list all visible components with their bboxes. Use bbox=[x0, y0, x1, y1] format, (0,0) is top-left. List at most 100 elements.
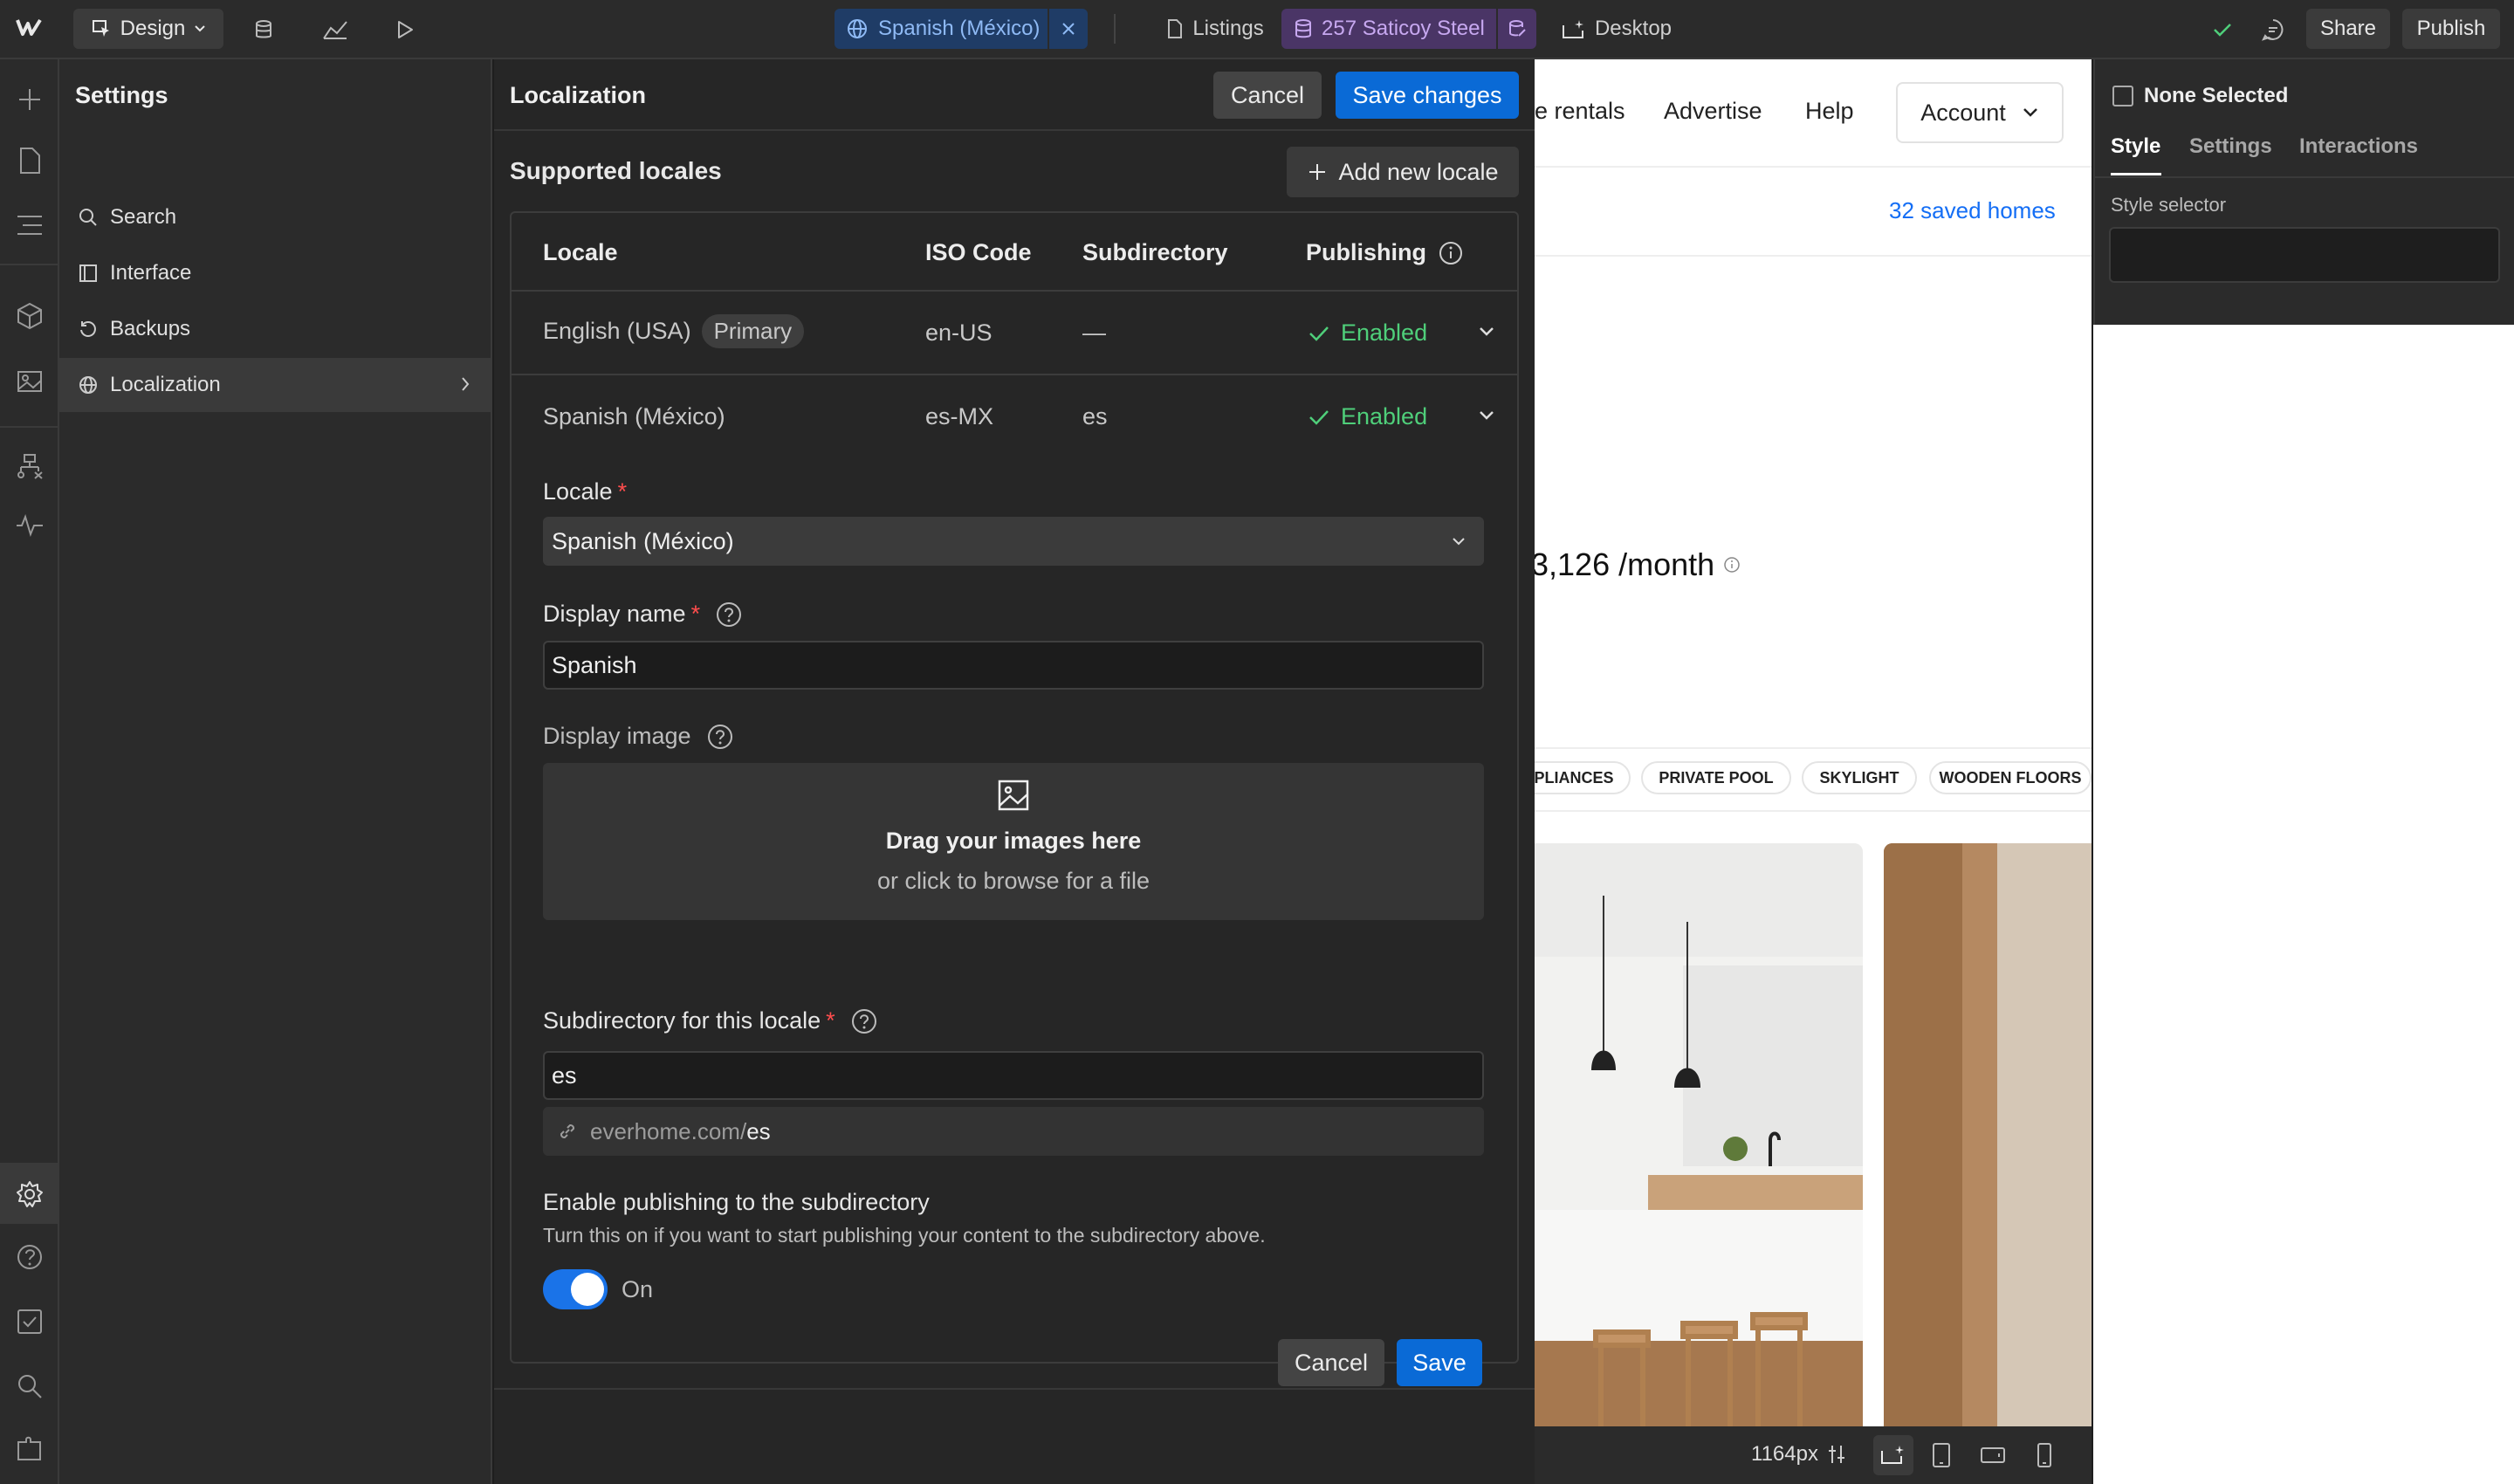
feature-tag[interactable]: PLIANCES bbox=[1535, 761, 1631, 794]
style-selector-input[interactable] bbox=[2109, 227, 2500, 283]
tab-settings[interactable]: Settings bbox=[2189, 134, 2272, 159]
feature-tag[interactable]: PRIVATE POOL bbox=[1641, 761, 1791, 794]
search-icon[interactable] bbox=[12, 1369, 47, 1404]
display-name-input[interactable]: Spanish bbox=[543, 641, 1484, 690]
cursor-icon bbox=[91, 18, 112, 39]
breakpoint-landscape-icon[interactable] bbox=[1980, 1446, 2006, 1465]
subdirectory-cell: es bbox=[1082, 403, 1108, 429]
active-tab-indicator bbox=[2111, 173, 2161, 175]
form-save-button[interactable]: Save bbox=[1397, 1339, 1482, 1386]
cms-item-label: 257 Saticoy Steel bbox=[1322, 17, 1485, 40]
subdirectory-input[interactable]: es bbox=[543, 1051, 1484, 1100]
publish-toggle[interactable] bbox=[543, 1269, 608, 1309]
locale-name: English (USA) bbox=[543, 318, 691, 344]
divider bbox=[1535, 166, 2092, 168]
account-button[interactable]: Account bbox=[1896, 82, 2064, 143]
comment-icon[interactable] bbox=[2257, 14, 2289, 45]
webflow-logo-icon[interactable] bbox=[16, 17, 42, 37]
listing-photo-wood[interactable] bbox=[1884, 843, 2092, 1426]
components-icon[interactable] bbox=[12, 299, 47, 333]
nav-link[interactable]: Advertise bbox=[1664, 98, 1762, 125]
settings-item-localization[interactable]: Localization bbox=[59, 358, 491, 412]
logic-icon[interactable] bbox=[12, 449, 47, 484]
localization-title: Localization bbox=[510, 82, 647, 108]
info-icon[interactable] bbox=[1439, 241, 1463, 265]
feature-tag[interactable]: SKYLIGHT bbox=[1802, 761, 1917, 794]
page-icon bbox=[1166, 18, 1184, 39]
divider bbox=[1535, 810, 2092, 812]
analytics-icon[interactable] bbox=[318, 14, 353, 45]
chevron-down-icon[interactable] bbox=[1477, 323, 1496, 340]
help-icon[interactable] bbox=[12, 1240, 47, 1274]
settings-item-backups[interactable]: Backups bbox=[59, 302, 491, 356]
cms-settings-icon[interactable] bbox=[1496, 9, 1536, 49]
help-icon[interactable] bbox=[851, 1008, 877, 1034]
check-icon bbox=[2208, 16, 2236, 44]
locale-switcher-label: Spanish (México) bbox=[878, 17, 1041, 40]
preview-play-icon[interactable] bbox=[389, 14, 421, 45]
settings-panel: Settings Search Interface Backups Locali… bbox=[59, 59, 492, 1484]
activity-icon[interactable] bbox=[12, 508, 47, 543]
publish-toggle-title: Enable publishing to the subdirectory bbox=[543, 1189, 930, 1215]
publishing-status: Enabled bbox=[1308, 403, 1427, 430]
database-icon bbox=[1294, 18, 1313, 39]
locale-switcher[interactable]: Spanish (México) bbox=[835, 9, 1088, 49]
page-selector[interactable]: Listings bbox=[1154, 9, 1276, 49]
saved-homes-link[interactable]: 32 saved homes bbox=[1889, 197, 2056, 224]
display-name-field-label: Display name * bbox=[543, 601, 742, 628]
image-drop-zone[interactable]: Drag your images here or click to browse… bbox=[543, 763, 1484, 920]
publish-button[interactable]: Publish bbox=[2402, 9, 2500, 49]
chevron-down-icon[interactable] bbox=[1477, 407, 1496, 424]
design-canvas[interactable]: e rentals Advertise Help Account 32 save… bbox=[1535, 59, 2092, 1426]
breakpoint-desktop-icon[interactable] bbox=[1873, 1435, 1913, 1475]
help-icon[interactable] bbox=[716, 601, 742, 628]
cms-item-selector[interactable]: 257 Saticoy Steel bbox=[1281, 9, 1536, 49]
iso-cell: es-MX bbox=[925, 403, 994, 429]
breakpoint-selector[interactable]: Desktop bbox=[1556, 9, 1678, 49]
style-selector-label: Style selector bbox=[2111, 194, 2227, 216]
settings-item-label: Localization bbox=[110, 373, 221, 396]
cms-icon[interactable] bbox=[248, 14, 279, 45]
tasks-icon[interactable] bbox=[12, 1304, 47, 1339]
close-icon[interactable] bbox=[1048, 9, 1088, 49]
navigator-icon[interactable] bbox=[12, 208, 47, 243]
publishing-header-label: Publishing bbox=[1306, 239, 1426, 265]
assets-icon[interactable] bbox=[12, 363, 47, 398]
supported-locales-title: Supported locales bbox=[510, 157, 722, 184]
settings-item-interface[interactable]: Interface bbox=[59, 246, 491, 300]
desktop-star-icon bbox=[1562, 18, 1586, 39]
divider bbox=[1535, 255, 2092, 257]
share-button[interactable]: Share bbox=[2306, 9, 2390, 49]
breakpoint-phone-icon[interactable] bbox=[2036, 1442, 2053, 1468]
help-icon[interactable] bbox=[707, 724, 733, 750]
top-bar: Design Spanish (México) Listings 257 Sat… bbox=[0, 0, 2514, 59]
pages-icon[interactable] bbox=[12, 143, 47, 178]
settings-item-search[interactable]: Search bbox=[59, 190, 491, 244]
locale-select[interactable]: Spanish (México) bbox=[543, 517, 1484, 566]
tab-interactions[interactable]: Interactions bbox=[2299, 134, 2418, 159]
required-asterisk: * bbox=[826, 1007, 835, 1034]
design-mode-button[interactable]: Design bbox=[73, 9, 223, 49]
nav-link[interactable]: Help bbox=[1805, 98, 1854, 125]
primary-badge: Primary bbox=[701, 314, 805, 348]
tab-style[interactable]: Style bbox=[2111, 134, 2160, 159]
table-row[interactable]: English (USA) Primary en-US — Enabled bbox=[512, 292, 1517, 374]
form-cancel-button[interactable]: Cancel bbox=[1278, 1339, 1384, 1386]
apps-icon[interactable] bbox=[12, 1432, 47, 1467]
breakpoint-tablet-icon[interactable] bbox=[1931, 1442, 1952, 1468]
add-icon[interactable] bbox=[12, 82, 47, 117]
selection-checkbox[interactable] bbox=[2112, 86, 2133, 106]
feature-tag[interactable]: WOODEN FLOORS bbox=[1929, 761, 2092, 794]
table-row[interactable]: Spanish (México) es-MX es Enabled bbox=[512, 375, 1517, 459]
divider bbox=[0, 264, 59, 265]
locales-card: Locale ISO Code Subdirectory Publishing … bbox=[510, 211, 1519, 1386]
display-name-label-text: Display name bbox=[543, 601, 686, 627]
canvas-width-readout[interactable]: 1164px bbox=[1751, 1442, 1848, 1467]
nav-link[interactable]: e rentals bbox=[1535, 98, 1625, 125]
listing-photo-kitchen[interactable] bbox=[1535, 843, 1863, 1426]
display-image-label-text: Display image bbox=[543, 723, 691, 749]
gear-icon[interactable] bbox=[12, 1177, 47, 1212]
add-new-locale-button[interactable]: Add new locale bbox=[1287, 147, 1519, 197]
save-changes-button[interactable]: Save changes bbox=[1336, 72, 1519, 119]
cancel-button[interactable]: Cancel bbox=[1213, 72, 1322, 119]
